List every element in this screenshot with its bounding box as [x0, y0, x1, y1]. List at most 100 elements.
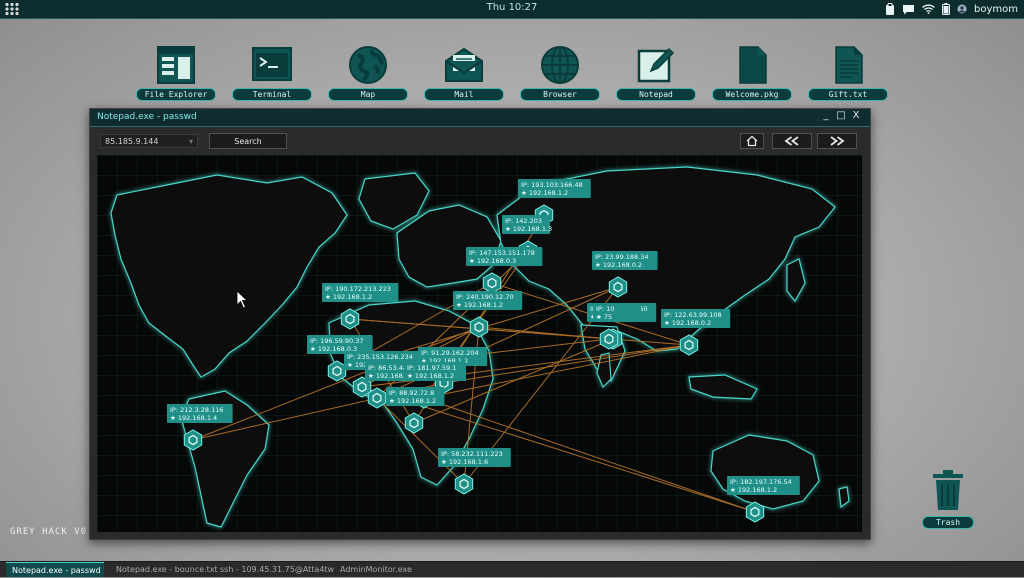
- top-bar: Thu 10:27 boymom: [0, 0, 1024, 19]
- node-label: IP: 142.203★ 192.168.1.3: [502, 215, 552, 234]
- node-ip: IP: 122.63.99.108: [664, 311, 722, 319]
- node-lan-ip: ★ 192.168.1.2: [325, 293, 372, 301]
- task-notepad-passwd[interactable]: Notepad.exe - passwd: [6, 562, 104, 577]
- node-ip: IP: 182.197.176.54: [730, 478, 792, 486]
- node-hex-icon[interactable]: [340, 308, 360, 330]
- address-value: 85.185.9.144: [105, 137, 159, 146]
- desktop-icon-notepad[interactable]: Notepad: [616, 45, 696, 101]
- browser-globe-icon: [541, 46, 579, 84]
- node-lan-ip: ★ 192.168.1.2: [456, 301, 503, 309]
- task-admin-monitor[interactable]: AdminMonitor.exe: [334, 562, 416, 577]
- node-label: IP: 181.97.59.1★ 192.168.1.2: [404, 362, 466, 381]
- node-ip: IP: 23.99.188.34: [595, 253, 649, 261]
- desktop-icon-terminal[interactable]: Terminal: [232, 45, 312, 101]
- window-title: Notepad.exe - passwd: [97, 112, 197, 122]
- node-ip: IP: 240.190.12.70: [456, 293, 514, 301]
- task-notepad-bounce[interactable]: Notepad.exe - bounce.txt: [110, 562, 218, 577]
- desktop-icon-mail[interactable]: Mail: [424, 45, 504, 101]
- node-ip: IP: 212.3.28.116: [170, 406, 224, 414]
- map-window: Notepad.exe - passwd _ □ X 85.185.9.144 …: [89, 108, 871, 540]
- node-lan-ip: ★ 192.168.1.2: [407, 372, 454, 380]
- node-lan-ip: ★ 192.168.0.2: [664, 319, 711, 327]
- node-lan-ip: ★ 192.168.0.2: [595, 261, 642, 269]
- wifi-icon[interactable]: [922, 4, 935, 14]
- system-tray: boymom: [885, 2, 1018, 16]
- node-hex-icon[interactable]: [404, 412, 424, 434]
- node-label: IP: 10★ 75: [593, 303, 641, 322]
- desktop-icon-gift-txt[interactable]: Gift.txt: [808, 45, 888, 101]
- node-hex-icon[interactable]: [745, 501, 765, 523]
- node-label: IP: 190.172.213.223★ 192.168.1.2: [322, 283, 399, 302]
- desktop-icon-welcome-pkg[interactable]: Welcome.pkg: [712, 45, 792, 101]
- task-ssh[interactable]: ssh - 109.45.31.75@Atta4tw: [214, 562, 334, 577]
- desktop-icon-label: Welcome.pkg: [712, 88, 792, 101]
- user-avatar-icon[interactable]: [957, 4, 967, 14]
- search-button[interactable]: Search: [209, 133, 287, 149]
- text-file-icon: [835, 46, 863, 84]
- node-ip: IP: 147.153.151.178: [469, 249, 535, 257]
- package-file-icon: [739, 46, 767, 84]
- node-hex-icon[interactable]: [482, 272, 502, 294]
- chat-icon[interactable]: [902, 4, 915, 15]
- globe-icon: [349, 46, 387, 84]
- double-chevron-left-icon: [784, 136, 799, 146]
- desktop-icon-label: Terminal: [232, 88, 312, 101]
- node-ip: IP: 193.103.166.48: [521, 181, 583, 189]
- node-ip: IP: 235.153.126.234: [347, 353, 413, 361]
- node-label: IP: 212.3.28.116★ 192.168.1.4: [167, 404, 233, 423]
- desktop-icon-label: Map: [328, 88, 408, 101]
- clock: Thu 10:27: [486, 2, 538, 13]
- desktop-icon-file-explorer[interactable]: File Explorer: [136, 45, 216, 101]
- node-hex-icon[interactable]: [327, 360, 347, 382]
- node-hex-icon[interactable]: [679, 334, 699, 356]
- username[interactable]: boymom: [974, 4, 1018, 15]
- node-hex-icon[interactable]: [367, 387, 387, 409]
- node-hex-icon[interactable]: [183, 429, 203, 451]
- node-lan-ip: ★ 192.168.1.3: [505, 225, 552, 233]
- node-label: IP: 122.63.99.108★ 192.168.0.2: [661, 309, 731, 328]
- node-lan-ip: ★ 192.168.1.2: [730, 486, 777, 494]
- node-label: IP: 147.153.151.178★ 192.168.0.3: [466, 247, 543, 266]
- node-label: IP: 88.92.72.8★ 192.168.1.2: [386, 387, 445, 406]
- mail-icon: [445, 47, 483, 82]
- node-lan-ip: ★ 192.168.1.2: [389, 397, 436, 405]
- desktop-icon-label: Notepad: [616, 88, 696, 101]
- node-hex-icon[interactable]: [469, 316, 489, 338]
- maximize-button[interactable]: □: [835, 110, 847, 121]
- close-button[interactable]: X: [850, 110, 862, 121]
- desktop-icon-map[interactable]: Map: [328, 45, 408, 101]
- node-hex-icon[interactable]: [608, 276, 628, 298]
- minimize-button[interactable]: _: [820, 110, 832, 121]
- terminal-icon: [252, 47, 292, 81]
- node-lan-ip: ★ 192.168.1.4: [170, 414, 217, 422]
- back-button[interactable]: [772, 133, 812, 149]
- window-titlebar[interactable]: Notepad.exe - passwd _ □ X: [90, 109, 870, 127]
- battery-icon[interactable]: [942, 3, 951, 15]
- node-lan-ip: ★ 192.168.1.2: [521, 189, 568, 197]
- notepad-icon: [637, 47, 675, 83]
- clipboard-icon[interactable]: [885, 3, 895, 15]
- node-hex-icon[interactable]: [454, 473, 474, 495]
- node-ip: IP: 58.232.111.223: [441, 450, 503, 458]
- window-toolbar: 85.185.9.144 ▾ Search: [90, 127, 870, 155]
- node-lan-ip: ★ 192.168.0.3: [469, 257, 516, 265]
- world-map-panel[interactable]: IP: 193.103.166.48 ★ 192.168.1.2 IP: 142.2…: [97, 155, 862, 532]
- desktop-icon-label: Browser: [520, 88, 600, 101]
- desktop-icon-trash[interactable]: Trash: [918, 470, 978, 529]
- trash-icon: [933, 470, 963, 510]
- node-ip: IP: 196.59.90.37: [310, 337, 364, 345]
- forward-button[interactable]: [817, 133, 857, 149]
- desktop-icon-label: Trash: [922, 516, 974, 529]
- desktop-icon-label: Gift.txt: [808, 88, 888, 101]
- node-label: IP: 58.232.111.223★ 192.168.1.6: [438, 448, 511, 467]
- node-hex-icon[interactable]: [599, 328, 619, 350]
- home-button[interactable]: [740, 133, 764, 149]
- node-ip: IP: 10: [596, 305, 614, 313]
- node-ip: IP: 190.172.213.223: [325, 285, 391, 293]
- taskbar: Notepad.exe - passwd Notepad.exe - bounc…: [0, 561, 1024, 577]
- chevron-down-icon: ▾: [188, 137, 193, 146]
- world-map[interactable]: IP: 193.103.166.48★ 192.168.1.2IP: 142.2…: [97, 155, 862, 532]
- home-icon: [746, 135, 758, 147]
- address-dropdown[interactable]: 85.185.9.144 ▾: [100, 134, 198, 148]
- desktop-icon-browser[interactable]: Browser: [520, 45, 600, 101]
